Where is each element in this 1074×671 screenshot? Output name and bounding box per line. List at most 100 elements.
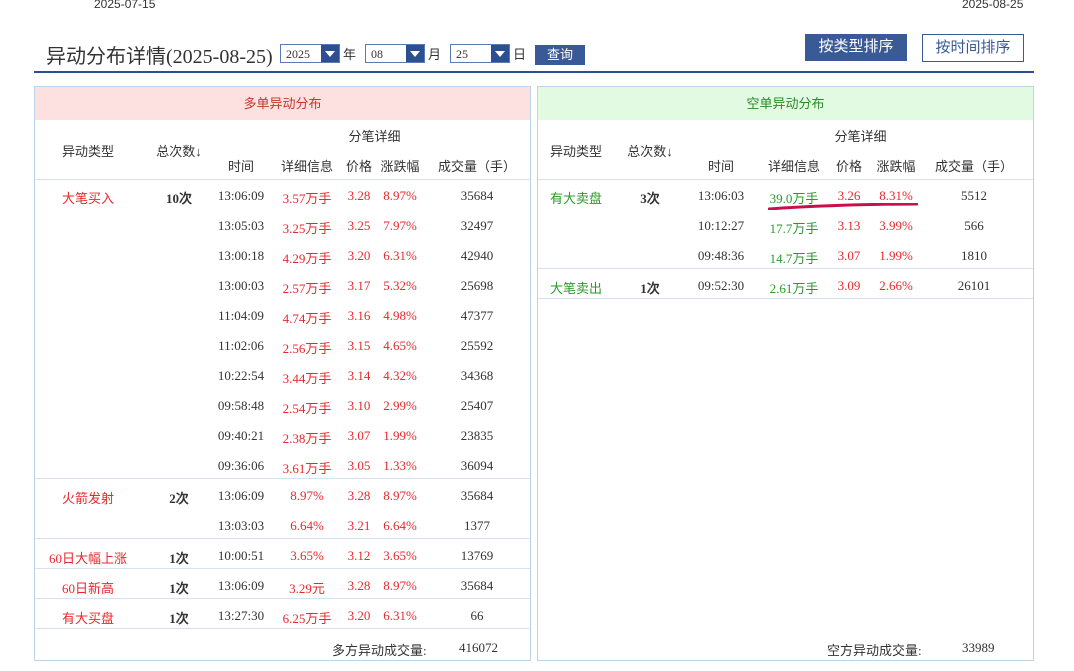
row-price: 3.10 [347, 398, 371, 413]
month-select-value: 08 [371, 47, 383, 61]
col-header-price: 价格 [345, 159, 372, 174]
row-volume: 35684 [460, 188, 494, 203]
row-change: 6.31% [383, 248, 417, 263]
col-header-time: 时间 [707, 159, 734, 174]
chevron-down-icon [491, 45, 509, 62]
chevron-down-icon [406, 45, 424, 62]
row-change: 2.99% [383, 398, 417, 413]
anomaly-count: 1次 [169, 551, 189, 566]
row-info: 2.57万手 [282, 281, 332, 296]
long-total-label: 多方异动成交量: [332, 643, 427, 658]
row-price: 3.21 [347, 518, 371, 533]
row-time: 11:04:09 [218, 308, 264, 323]
row-price: 3.17 [347, 278, 371, 293]
row-volume: 1810 [961, 248, 987, 263]
row-change: 6.31% [383, 608, 417, 623]
col-header-detail-group: 分笔详细 [348, 129, 401, 144]
sort-by-type-button[interactable]: 按类型排序 [805, 34, 907, 61]
row-price: 3.28 [347, 488, 371, 503]
col-header-detail-group: 分笔详细 [834, 129, 887, 144]
row-price: 3.13 [837, 218, 861, 233]
row-info: 14.7万手 [769, 251, 819, 266]
short-panel-title: 空单异动分布 [538, 87, 1033, 120]
row-info: 6.25万手 [282, 611, 332, 626]
month-select[interactable]: 08 [365, 44, 425, 63]
row-price: 3.15 [347, 338, 371, 353]
row-info: 6.64% [290, 518, 324, 533]
row-time: 13:27:30 [217, 608, 265, 623]
row-time: 11:02:06 [218, 338, 264, 353]
row-time: 13:06:03 [697, 188, 745, 203]
row-time: 13:06:09 [217, 578, 265, 593]
anomaly-type-label[interactable]: 60日新高 [35, 578, 141, 597]
col-header-count[interactable]: 总次数↓ [141, 141, 217, 160]
date-range-end: 2025-08-25 [962, 0, 1024, 11]
anomaly-type-label[interactable]: 大笔卖出 [538, 278, 614, 297]
row-time: 10:12:27 [697, 218, 745, 233]
query-button[interactable]: 查询 [535, 45, 585, 65]
anomaly-count: 1次 [169, 581, 189, 596]
col-header-volume: 成交量（手） [437, 159, 516, 174]
col-header-type: 异动类型 [549, 144, 602, 159]
month-unit-label: 月 [428, 47, 442, 62]
row-time: 09:36:06 [217, 458, 265, 473]
row-change: 2.66% [879, 278, 913, 293]
row-volume: 566 [964, 218, 984, 233]
anomaly-count: 3次 [640, 191, 660, 206]
year-unit-label: 年 [343, 47, 357, 62]
col-header-count[interactable]: 总次数↓ [614, 141, 686, 160]
row-change: 7.97% [383, 218, 417, 233]
anomaly-type-label[interactable]: 有大卖盘 [538, 188, 614, 207]
row-change: 4.98% [383, 308, 417, 323]
anomaly-count: 10次 [165, 191, 192, 206]
row-info: 2.54万手 [282, 401, 332, 416]
anomaly-count: 1次 [169, 611, 189, 626]
row-time: 10:00:51 [217, 548, 265, 563]
row-price: 3.12 [347, 548, 371, 563]
anomaly-type-label[interactable]: 60日大幅上涨 [35, 548, 141, 567]
row-change: 1.33% [383, 458, 417, 473]
row-volume: 47377 [460, 308, 494, 323]
year-select-value: 2025 [286, 47, 310, 61]
row-price: 3.26 [837, 188, 861, 203]
row-time: 09:40:21 [217, 428, 265, 443]
row-info: 3.61万手 [282, 461, 332, 476]
header-divider [538, 179, 1033, 180]
row-info: 3.25万手 [282, 221, 332, 236]
row-change: 8.97% [383, 488, 417, 503]
row-info: 17.7万手 [769, 221, 819, 236]
row-change: 8.31% [879, 188, 913, 203]
row-info: 3.65% [290, 548, 324, 563]
row-volume: 25407 [460, 398, 494, 413]
anomaly-type-label[interactable]: 火箭发射 [35, 488, 141, 507]
anomaly-count: 1次 [640, 281, 660, 296]
header-divider [35, 179, 530, 180]
anomaly-type-label[interactable]: 有大买盘 [35, 608, 141, 627]
long-panel-title: 多单异动分布 [35, 87, 530, 120]
row-time: 13:03:03 [217, 518, 265, 533]
row-price: 3.28 [347, 188, 371, 203]
header-divider [34, 71, 1034, 73]
row-time: 09:52:30 [697, 278, 745, 293]
row-change: 1.99% [879, 248, 913, 263]
year-select[interactable]: 2025 [280, 44, 340, 63]
sort-by-time-button[interactable]: 按时间排序 [922, 34, 1024, 62]
col-header-price: 价格 [835, 159, 862, 174]
col-header-type: 异动类型 [61, 144, 114, 159]
row-volume: 13769 [460, 548, 494, 563]
row-change: 4.65% [383, 338, 417, 353]
row-change: 8.97% [383, 578, 417, 593]
row-volume: 66 [470, 608, 484, 623]
row-change: 3.65% [383, 548, 417, 563]
row-volume: 23835 [460, 428, 494, 443]
day-select[interactable]: 25 [450, 44, 510, 63]
col-header-volume: 成交量（手） [934, 159, 1013, 174]
row-info: 3.44万手 [282, 371, 332, 386]
anomaly-count: 2次 [169, 491, 189, 506]
row-time: 13:00:18 [217, 248, 265, 263]
anomaly-type-label[interactable]: 大笔买入 [35, 188, 141, 207]
col-header-info: 详细信息 [767, 159, 820, 174]
row-time: 10:22:54 [217, 368, 265, 383]
col-header-info: 详细信息 [280, 159, 333, 174]
col-header-change: 涨跌幅 [380, 159, 420, 174]
